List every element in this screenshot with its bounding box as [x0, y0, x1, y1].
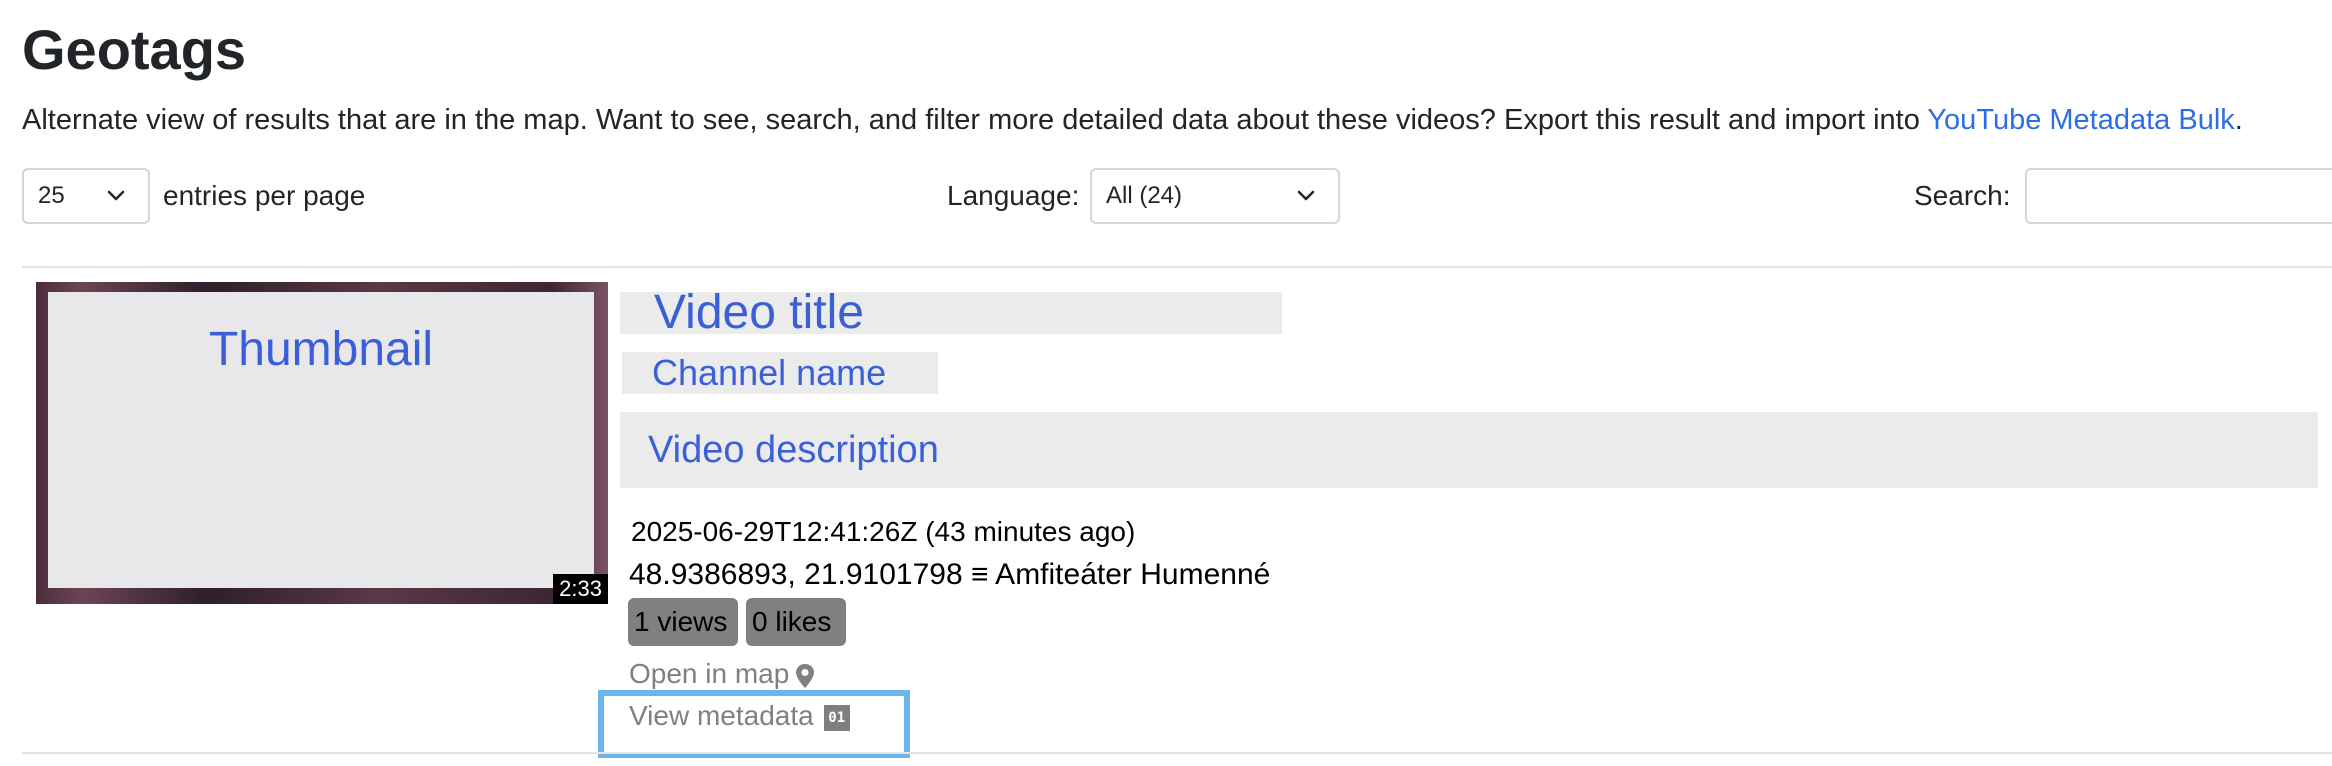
- entries-per-page-select[interactable]: 25: [22, 168, 150, 224]
- channel-name[interactable]: Channel name: [622, 352, 938, 394]
- video-duration: 2:33: [553, 574, 608, 604]
- search-input[interactable]: [2025, 168, 2332, 224]
- chevron-down-icon: [107, 190, 125, 201]
- page-title: Geotags: [22, 18, 247, 81]
- video-description: Video description: [620, 412, 2318, 488]
- chevron-down-icon: [1297, 190, 1315, 201]
- video-title[interactable]: Video title: [620, 289, 1282, 337]
- language-label: Language:: [947, 180, 1080, 211]
- likes-badge: 0 likes: [746, 598, 846, 646]
- divider: [22, 752, 2332, 754]
- published-timestamp: 2025-06-29T12:41:26Z (43 minutes ago): [631, 516, 1136, 547]
- language-select[interactable]: All (24): [1090, 168, 1340, 224]
- map-pin-icon: [796, 663, 815, 688]
- geo-location: 48.9386893, 21.9101798 ≡ Amfiteáter Hume…: [629, 558, 1271, 591]
- thumbnail-label: Thumbnail: [208, 323, 434, 376]
- youtube-metadata-bulk-link[interactable]: YouTube Metadata Bulk: [1927, 104, 2234, 136]
- metadata-icon: 01: [823, 704, 850, 731]
- entries-value: 25: [38, 182, 65, 209]
- language-value: All (24): [1106, 182, 1183, 209]
- view-metadata-label: View metadata: [629, 700, 814, 731]
- views-badge: 1 views: [628, 598, 738, 646]
- search-label: Search:: [1914, 180, 2011, 211]
- open-in-map-link[interactable]: Open in map: [629, 656, 815, 692]
- video-thumbnail[interactable]: Thumbnail 2:33: [36, 282, 608, 604]
- open-in-map-label: Open in map: [629, 658, 790, 689]
- intro-period: .: [2234, 104, 2243, 136]
- divider: [22, 266, 2332, 268]
- intro-text: Alternate view of results that are in th…: [22, 100, 2243, 140]
- entries-per-page-label: entries per page: [163, 180, 366, 211]
- view-metadata-link[interactable]: View metadata 01: [629, 698, 850, 734]
- intro-description: Alternate view of results that are in th…: [22, 104, 1928, 136]
- thumbnail-placeholder: Thumbnail: [48, 292, 594, 588]
- geotags-page: Geotags Alternate view of results that a…: [0, 0, 2332, 766]
